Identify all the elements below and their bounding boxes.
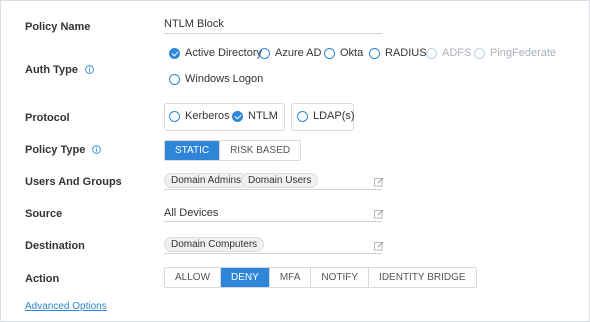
edit-icon[interactable] — [374, 241, 384, 251]
radio-label: Azure AD — [275, 47, 322, 59]
policy-type-static-button[interactable]: STATIC — [165, 141, 221, 160]
policy-type-label: Policy Type — [25, 144, 86, 156]
radio-unchecked-icon — [259, 47, 270, 59]
source-underline — [164, 221, 382, 222]
protocol-kerberos[interactable]: Kerberos — [169, 110, 230, 122]
users-and-groups-label: Users And Groups — [25, 176, 122, 188]
radio-checked-icon — [169, 47, 180, 59]
policy-form-panel: Policy Name NTLM Block Auth Type Active … — [0, 0, 590, 322]
policy-name-underline — [164, 33, 382, 34]
chip-domain-admins[interactable]: Domain Admins — [164, 173, 249, 188]
auth-type-label-row: Auth Type — [25, 64, 94, 76]
action-deny-button[interactable]: DENY — [221, 268, 270, 287]
auth-type-radius[interactable]: RADIUS — [369, 47, 427, 59]
auth-type-windows-logon[interactable]: Windows Logon — [169, 73, 263, 85]
radio-unchecked-icon — [369, 47, 380, 59]
protocol-ntlm[interactable]: NTLM — [232, 110, 278, 122]
policy-type-risk-based-button[interactable]: RISK BASED — [220, 141, 301, 160]
auth-type-azure-ad[interactable]: Azure AD — [259, 47, 321, 59]
edit-icon[interactable] — [374, 177, 384, 187]
auth-type-active-directory[interactable]: Active Directory — [169, 47, 262, 59]
policy-type-segmented-control: STATIC RISK BASED — [164, 140, 302, 161]
info-icon[interactable] — [92, 145, 102, 154]
chip-domain-users[interactable]: Domain Users — [241, 173, 319, 188]
info-icon[interactable] — [85, 65, 94, 74]
radio-unchecked-icon — [169, 110, 180, 122]
auth-type-pingfederate: PingFederate — [474, 47, 556, 59]
radio-label: RADIUS — [385, 47, 427, 59]
radio-label: Okta — [340, 47, 364, 59]
auth-type-okta[interactable]: Okta — [324, 47, 363, 59]
radio-label: Active Directory — [185, 47, 263, 59]
radio-checked-icon — [232, 110, 243, 122]
destination-underline — [164, 253, 382, 254]
action-identity-bridge-button[interactable]: IDENTITY BRIDGE — [369, 268, 476, 287]
destination-label: Destination — [25, 240, 85, 252]
radio-unchecked-icon — [169, 73, 180, 85]
source-value[interactable]: All Devices — [164, 207, 218, 219]
chip-domain-computers[interactable]: Domain Computers — [164, 237, 265, 252]
radio-disabled-icon — [426, 47, 437, 59]
edit-icon[interactable] — [374, 209, 384, 219]
advanced-options-link[interactable]: Advanced Options — [25, 301, 107, 312]
auth-type-adfs: ADFS — [426, 47, 471, 59]
radio-label: Kerberos — [185, 110, 230, 122]
radio-unchecked-icon — [297, 110, 308, 122]
policy-name-label: Policy Name — [25, 21, 91, 33]
radio-label: ADFS — [442, 47, 472, 59]
protocol-ldaps[interactable]: LDAP(s) — [297, 110, 355, 122]
auth-type-label: Auth Type — [25, 64, 78, 76]
action-label: Action — [25, 273, 60, 285]
action-notify-button[interactable]: NOTIFY — [311, 268, 370, 287]
radio-unchecked-icon — [324, 47, 335, 59]
source-label: Source — [25, 208, 63, 220]
radio-label: Windows Logon — [185, 73, 264, 85]
action-segmented-control: ALLOW DENY MFA NOTIFY IDENTITY BRIDGE — [164, 267, 477, 288]
radio-disabled-icon — [474, 47, 485, 59]
radio-label: PingFederate — [490, 47, 557, 59]
action-allow-button[interactable]: ALLOW — [165, 268, 222, 287]
policy-name-input[interactable]: NTLM Block — [164, 18, 224, 30]
protocol-label: Protocol — [25, 112, 70, 124]
policy-type-label-row: Policy Type — [25, 144, 102, 156]
radio-label: NTLM — [248, 110, 278, 122]
users-and-groups-underline — [164, 189, 382, 190]
radio-label: LDAP(s) — [313, 110, 355, 122]
action-mfa-button[interactable]: MFA — [269, 268, 312, 287]
